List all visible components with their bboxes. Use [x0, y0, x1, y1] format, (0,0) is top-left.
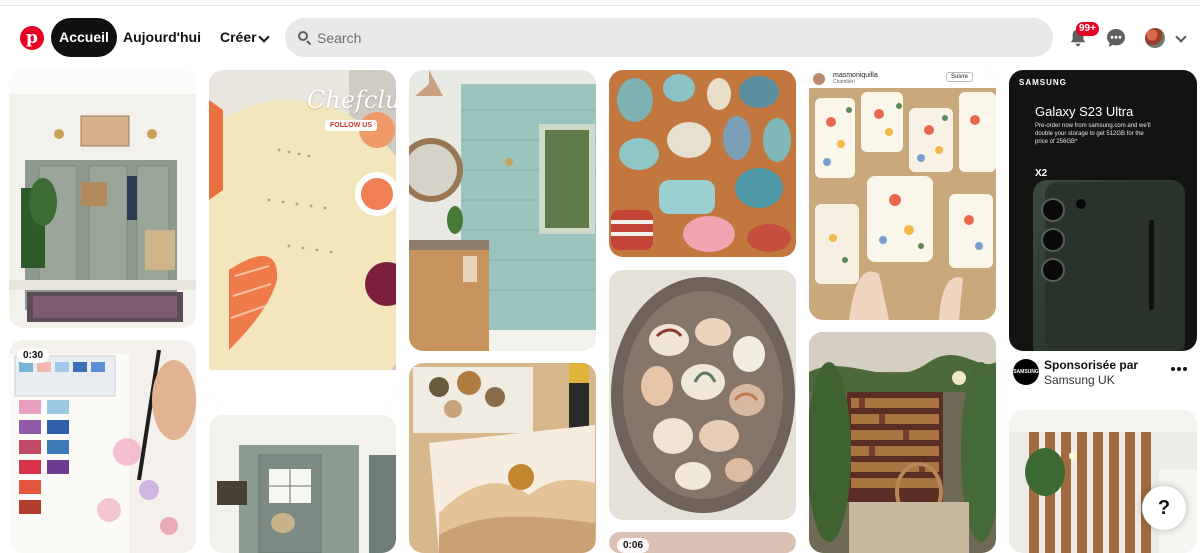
- sponsored-info[interactable]: SAMSUNG Sponsorisée par Samsung UK: [1013, 357, 1197, 391]
- sponsor-logo[interactable]: SAMSUNG: [1013, 359, 1039, 385]
- pin-wood-wall[interactable]: [1009, 410, 1197, 553]
- pin-image-reading-nook: [809, 332, 996, 553]
- pin-image-rock-bowl: [609, 270, 796, 520]
- chat-icon[interactable]: [1106, 28, 1126, 48]
- follow-us-tag: FOLLOW US: [325, 120, 377, 131]
- pin-image-painted-rocks: [609, 70, 796, 257]
- pin-hallway[interactable]: [209, 415, 396, 553]
- pin-watercolor[interactable]: 0:30: [9, 340, 196, 553]
- pin-image-entryway: [9, 70, 196, 328]
- search-input[interactable]: [317, 18, 1037, 57]
- top-header: p Accueil Aujourd'hui Créer 99+: [0, 6, 1200, 68]
- pin-bathroom[interactable]: [409, 70, 596, 351]
- instagram-follow-button: Suivre: [946, 72, 974, 82]
- pin-image-painting: [409, 363, 596, 553]
- nav-create-button[interactable]: Créer: [210, 18, 278, 57]
- pin-video-bottom[interactable]: 0:06: [609, 532, 796, 553]
- instagram-location: Chambéri: [833, 79, 855, 85]
- more-icon[interactable]: [1170, 366, 1188, 372]
- pin-ceramic-plates[interactable]: masmoniquilla Chambéri Suivre: [809, 70, 996, 320]
- pin-image-ceramic-plates: [809, 70, 996, 320]
- pin-image-bathroom: [409, 70, 596, 351]
- ad-subtitle: Pre-order now from samsung.com and we'll…: [1035, 123, 1151, 145]
- notification-badge: 99+: [1076, 22, 1099, 36]
- pin-rock-bowl[interactable]: [609, 270, 796, 520]
- pin-samsung-ad[interactable]: SAMSUNG Galaxy S23 Ultra Pre-order now f…: [1009, 70, 1197, 351]
- nav-home-button[interactable]: Accueil: [51, 18, 117, 57]
- pin-entryway[interactable]: [9, 70, 196, 328]
- video-duration: 0:30: [17, 348, 50, 363]
- chevron-down-icon: [258, 31, 270, 43]
- chevron-down-icon[interactable]: [1175, 31, 1187, 43]
- pin-image-hallway: [209, 415, 396, 553]
- samsung-wordmark: SAMSUNG: [1019, 78, 1067, 87]
- sponsor-name[interactable]: Samsung UK: [1044, 373, 1115, 387]
- nav-create-label: Créer: [220, 29, 257, 45]
- ad-title: Galaxy S23 Ultra: [1035, 104, 1134, 119]
- search-icon: [298, 31, 312, 46]
- search-bar[interactable]: [285, 18, 1053, 57]
- pin-image-watercolor: [9, 340, 196, 553]
- ad-storage-badge: X2: [1035, 168, 1048, 179]
- sponsored-label: Sponsorisée par: [1044, 358, 1139, 372]
- pin-painting[interactable]: [409, 363, 596, 553]
- logo-letter: p: [26, 28, 38, 48]
- pin-reading-nook[interactable]: [809, 332, 996, 553]
- video-duration: 0:06: [617, 538, 650, 553]
- chefclub-brand: Chefclub: [307, 86, 396, 114]
- instagram-username: masmoniquilla: [833, 72, 878, 79]
- pin-chefclub[interactable]: Chefclub FOLLOW US: [209, 70, 396, 403]
- pinterest-logo[interactable]: p: [20, 26, 44, 50]
- help-button[interactable]: ?: [1142, 486, 1186, 530]
- avatar[interactable]: [1145, 28, 1165, 48]
- pin-painted-rocks[interactable]: [609, 70, 796, 257]
- nav-today-button[interactable]: Aujourd'hui: [121, 18, 203, 57]
- pin-image-wood-wall: [1009, 410, 1197, 553]
